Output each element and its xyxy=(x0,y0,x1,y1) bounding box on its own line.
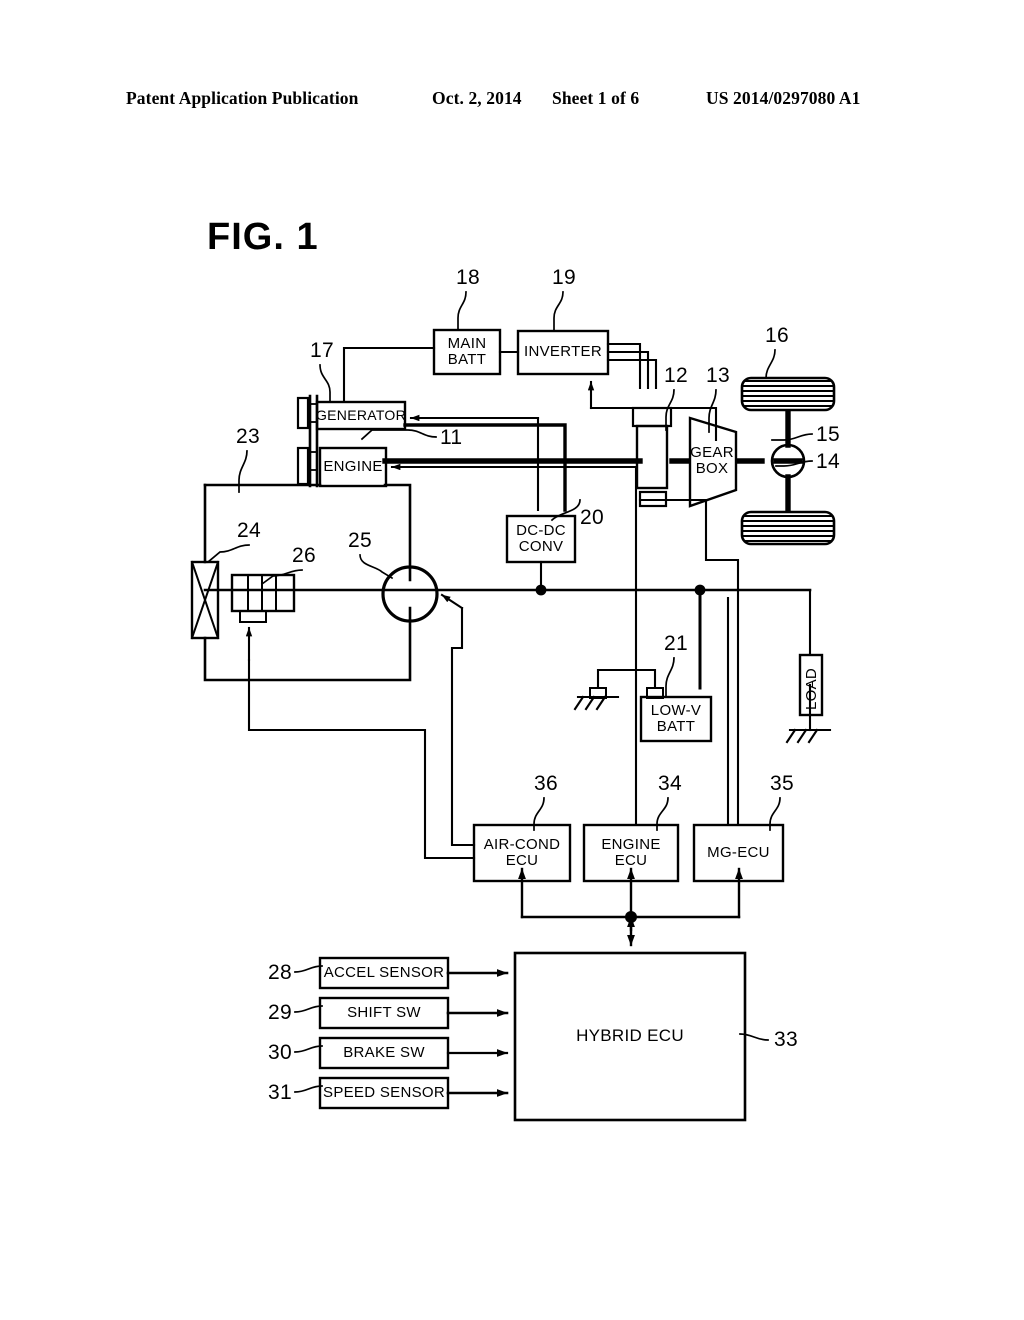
ref-numeral-35: 35 xyxy=(770,772,794,795)
ref-numeral-14: 14 xyxy=(816,450,840,473)
ref-numeral-12: 12 xyxy=(664,364,688,387)
ref-numeral-33: 33 xyxy=(774,1028,798,1051)
ref-numeral-16: 16 xyxy=(765,324,789,347)
ref-numeral-23: 23 xyxy=(236,425,260,448)
ref-numeral-15: 15 xyxy=(816,423,840,446)
ref-numeral-21: 21 xyxy=(664,632,688,655)
ref-numeral-20: 20 xyxy=(580,506,604,529)
ref-numeral-31: 31 xyxy=(268,1081,292,1104)
ref-numeral-36: 36 xyxy=(534,772,558,795)
ref-numeral-17: 17 xyxy=(310,339,334,362)
figure-artwork xyxy=(190,291,836,1122)
ref-numeral-25: 25 xyxy=(348,529,372,552)
ref-numeral-34: 34 xyxy=(658,772,682,795)
patent-figure-page: Patent Application Publication Oct. 2, 2… xyxy=(0,0,1024,1320)
ref-numeral-13: 13 xyxy=(706,364,730,387)
ref-numeral-28: 28 xyxy=(268,961,292,984)
block-load: LOAD xyxy=(803,667,820,710)
ref-numeral-18: 18 xyxy=(456,266,480,289)
ref-numeral-11: 11 xyxy=(440,426,463,449)
ref-numeral-19: 19 xyxy=(552,266,576,289)
ref-numeral-24: 24 xyxy=(237,519,261,542)
ref-numeral-30: 30 xyxy=(268,1041,292,1064)
ref-numeral-26: 26 xyxy=(292,544,316,567)
ref-numeral-29: 29 xyxy=(268,1001,292,1024)
